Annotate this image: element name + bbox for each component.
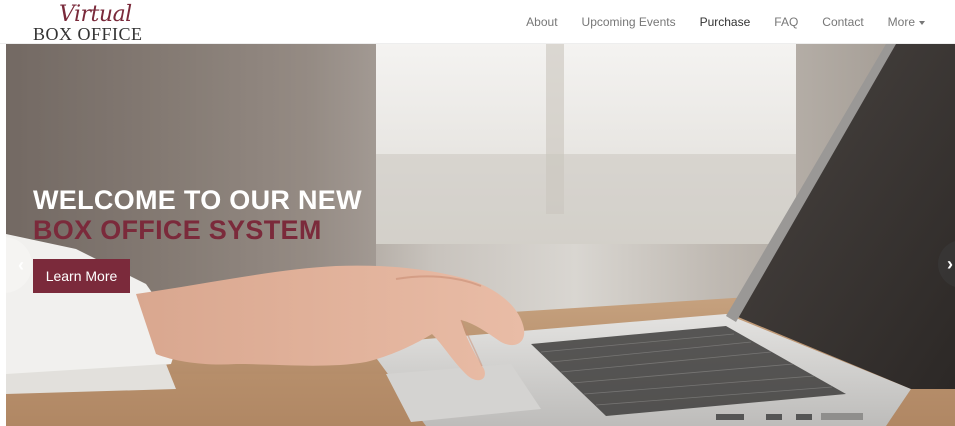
hero-title-line2: BOX OFFICE SYSTEM	[33, 215, 322, 245]
nav-faq[interactable]: FAQ	[774, 15, 798, 29]
brand-logo[interactable]: Virtual BOX OFFICE	[33, 3, 163, 44]
nav-more-dropdown[interactable]: More	[888, 15, 925, 29]
hero-title-line1: WELCOME TO OUR NEW	[33, 185, 362, 215]
nav-upcoming-events[interactable]: Upcoming Events	[582, 15, 676, 29]
chevron-right-icon: ›	[947, 254, 953, 274]
hero-carousel: WELCOME TO OUR NEW BOX OFFICE SYSTEM Lea…	[6, 44, 955, 426]
hero-heading: WELCOME TO OUR NEW BOX OFFICE SYSTEM	[33, 185, 362, 245]
learn-more-button[interactable]: Learn More	[33, 259, 130, 293]
navbar: Virtual BOX OFFICE About Upcoming Events…	[0, 0, 955, 44]
nav-about[interactable]: About	[526, 15, 557, 29]
chevron-left-icon: ‹	[18, 255, 24, 275]
brand-logo-main: BOX OFFICE	[33, 24, 143, 44]
caret-down-icon	[919, 20, 925, 25]
nav-more-label: More	[887, 15, 915, 29]
page: Virtual BOX OFFICE About Upcoming Events…	[0, 0, 955, 426]
main-nav: About Upcoming Events Purchase FAQ Conta…	[502, 0, 925, 44]
nav-purchase[interactable]: Purchase	[700, 15, 751, 29]
nav-contact[interactable]: Contact	[822, 15, 863, 29]
